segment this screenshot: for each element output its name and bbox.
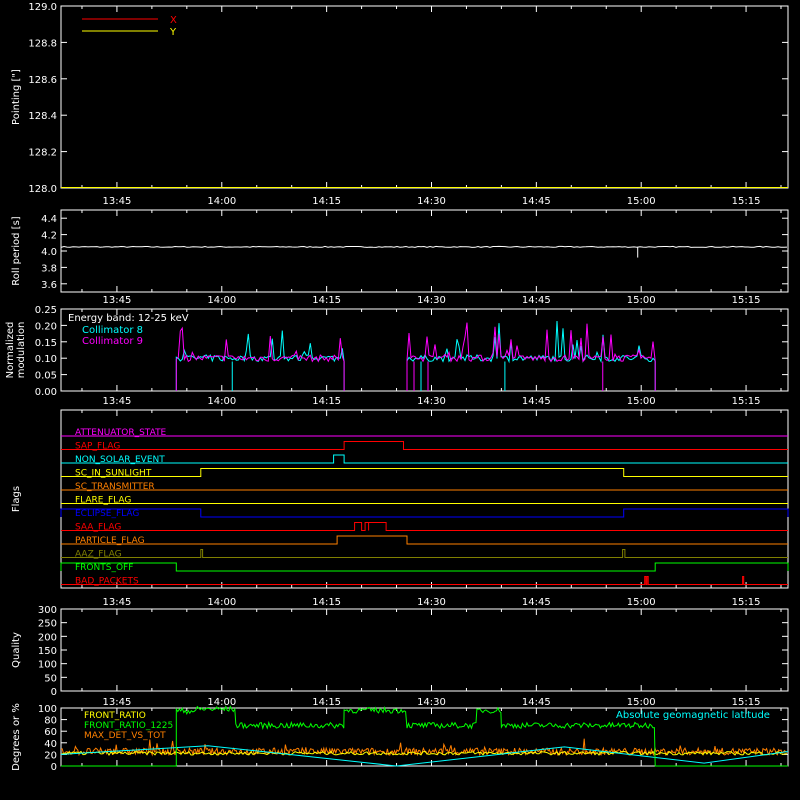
y-tick-label: 0 — [51, 687, 57, 698]
x-tick-label: 14:45 — [522, 396, 551, 407]
x-tick-label: 14:45 — [522, 295, 551, 306]
y-tick-label: 128.0 — [28, 184, 57, 195]
flag-label: AAZ_FLAG — [75, 550, 122, 560]
x-tick-label: 15:00 — [627, 196, 656, 207]
x-tick-label: 14:30 — [417, 396, 446, 407]
y-tick-label: 4.4 — [41, 214, 57, 225]
y-tick-label: 0.10 — [35, 354, 57, 365]
x-tick-label: 15:15 — [732, 396, 761, 407]
legend-label: MAX_DET_VS_TOT — [84, 731, 166, 741]
energy-band-annotation: Energy band: 12-25 keV — [68, 313, 189, 324]
y-tick-label: 100 — [38, 704, 57, 715]
y-tick-label: 128.8 — [28, 38, 57, 49]
x-tick-label: 15:00 — [627, 597, 656, 608]
x-tick-label: 14:30 — [417, 295, 446, 306]
y-tick-label: 0.15 — [35, 338, 57, 349]
y-axis-label: Degrees or % — [11, 703, 22, 771]
x-tick-label: 14:45 — [522, 597, 551, 608]
y-tick-label: 128.4 — [28, 111, 57, 122]
x-tick-label: 14:15 — [312, 396, 341, 407]
x-tick-label: 15:15 — [732, 597, 761, 608]
x-tick-label: 13:45 — [103, 396, 132, 407]
x-tick-label: 14:15 — [312, 697, 341, 708]
y-axis-label: Normalized — [5, 322, 16, 379]
y-tick-label: 3.8 — [41, 263, 57, 274]
y-tick-label: 4.0 — [41, 247, 57, 258]
y-tick-label: 128.6 — [28, 75, 57, 86]
x-tick-label: 14:15 — [312, 295, 341, 306]
flag-label: FLARE_FLAG — [75, 496, 131, 506]
flag-label: SC_IN_SUNLIGHT — [75, 469, 152, 479]
y-tick-label: 3.6 — [41, 280, 57, 291]
x-tick-label: 15:15 — [732, 697, 761, 708]
x-tick-label: 14:45 — [522, 697, 551, 708]
legend-label: Collimator 9 — [82, 336, 143, 347]
y-tick-label: 80 — [44, 716, 57, 727]
y-tick-label: 0.20 — [35, 321, 57, 332]
flag-label: ECLIPSE_FLAG — [75, 509, 139, 519]
flag-label: ATTENUATOR_STATE — [75, 428, 167, 438]
x-tick-label: 15:15 — [732, 295, 761, 306]
y-tick-label: 0.05 — [35, 371, 57, 382]
legend-label: FRONT_RATIO_1225 — [84, 721, 173, 731]
flag-label: SC_TRANSMITTER — [75, 482, 155, 492]
flag-label: SAA_FLAG — [75, 523, 121, 533]
flag-label: NON_SOLAR_EVENT — [75, 455, 165, 465]
x-tick-label: 13:45 — [103, 196, 132, 207]
y-tick-label: 60 — [44, 727, 57, 738]
hessi-observing-summary-figure: 13:45 14:00 14:15 14:30 14:45 15:00 15:15 13:45… — [0, 0, 800, 800]
y-tick-label: 40 — [44, 739, 57, 750]
x-tick-label: 14:00 — [207, 196, 236, 207]
x-tick-label: 14:30 — [417, 597, 446, 608]
y-axis-label: modulation — [16, 322, 27, 379]
x-tick-label: 13:45 — [103, 597, 132, 608]
x-tick-label: 15:00 — [627, 295, 656, 306]
x-tick-label: 14:15 — [312, 597, 341, 608]
x-tick-label: 15:15 — [732, 196, 761, 207]
y-tick-label: 128.2 — [28, 148, 57, 159]
x-tick-label: 13:45 — [103, 295, 132, 306]
x-tick-label: 14:30 — [417, 697, 446, 708]
y-axis-label: Pointing ["] — [11, 69, 22, 125]
x-tick-label: 13:45 — [103, 697, 132, 708]
x-tick-label: 14:00 — [207, 295, 236, 306]
legend-label: X — [170, 15, 177, 26]
y-tick-label: 0 — [51, 762, 57, 773]
y-axis-label: Roll period [s] — [11, 216, 22, 285]
y-tick-label: 150 — [38, 646, 57, 657]
y-tick-label: 100 — [38, 660, 57, 671]
legend-label: Collimator 8 — [82, 325, 143, 336]
flag-label: BAD_PACKETS — [75, 577, 139, 587]
y-tick-label: 50 — [44, 673, 57, 684]
x-tick-label: 15:00 — [627, 697, 656, 708]
legend-label: FRONT_RATIO — [84, 711, 146, 721]
x-tick-label: 15:00 — [627, 396, 656, 407]
legend-label: Y — [169, 27, 177, 38]
x-tick-label: 14:00 — [207, 396, 236, 407]
y-tick-label: 300 — [38, 605, 57, 616]
x-tick-label: 14:15 — [312, 196, 341, 207]
y-axis-label: Flags — [11, 486, 22, 512]
y-tick-label: 250 — [38, 619, 57, 630]
y-tick-label: 20 — [44, 750, 57, 761]
x-tick-label: 14:00 — [207, 697, 236, 708]
flag-label: PARTICLE_FLAG — [75, 536, 145, 546]
y-tick-label: 4.2 — [41, 231, 57, 242]
x-tick-label: 14:45 — [522, 196, 551, 207]
flag-label: SAP_FLAG — [75, 442, 120, 452]
flag-label: FRONTS_OFF — [75, 563, 133, 573]
y-tick-label: 0.00 — [35, 387, 57, 398]
x-tick-label: 14:30 — [417, 196, 446, 207]
y-tick-label: 129.0 — [28, 2, 57, 13]
geomagnetic-latitude-label: Absolute geomagnetic latitude — [616, 710, 770, 721]
y-tick-label: 200 — [38, 632, 57, 643]
x-tick-label: 14:00 — [207, 597, 236, 608]
y-axis-label: Quality — [11, 632, 22, 668]
y-tick-label: 0.25 — [35, 305, 57, 316]
